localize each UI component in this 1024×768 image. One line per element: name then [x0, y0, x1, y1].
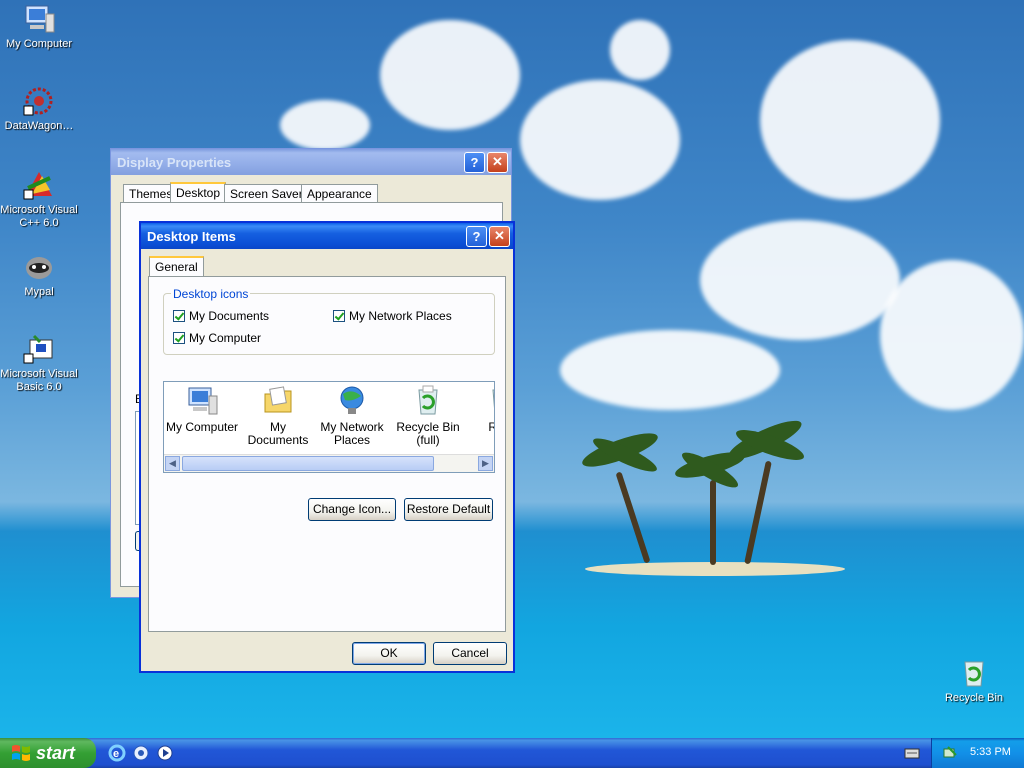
- desktop-icon-label: My Computer: [5, 38, 73, 50]
- visual-basic-icon: [22, 332, 56, 366]
- scroll-right-arrow-icon[interactable]: ▶: [478, 456, 493, 471]
- checkbox-box[interactable]: [173, 332, 185, 344]
- palm-leaves: [582, 420, 804, 488]
- recycle-bin-empty-icon: [485, 384, 494, 418]
- desktop-icons-group: [163, 293, 495, 355]
- checkbox-my-documents[interactable]: My Documents: [173, 309, 269, 323]
- my-documents-icon: [261, 384, 295, 418]
- icon-list[interactable]: My Computer My Documents My Network Plac…: [163, 381, 495, 473]
- media-icon[interactable]: [132, 744, 150, 762]
- cloud: [520, 80, 680, 200]
- change-icon-button[interactable]: Change Icon...: [308, 498, 396, 521]
- cloud: [700, 220, 900, 340]
- checkbox-box[interactable]: [173, 310, 185, 322]
- tab-desktop[interactable]: Desktop: [170, 182, 227, 203]
- desktop-icon-label: DataWagon…: [4, 120, 74, 132]
- restore-default-button[interactable]: Restore Default: [404, 498, 493, 521]
- list-item[interactable]: Re…: [464, 384, 494, 434]
- visual-cpp-icon: [22, 168, 56, 202]
- checkbox-box[interactable]: [333, 310, 345, 322]
- ok-button[interactable]: OK: [352, 642, 426, 665]
- general-panel: Desktop icons My Documents My Network Pl…: [148, 276, 506, 632]
- my-computer-icon: [185, 384, 219, 418]
- cloud: [610, 20, 670, 80]
- ie-icon[interactable]: e: [108, 744, 126, 762]
- list-item[interactable]: My Documents: [240, 384, 316, 447]
- windows-media-player-icon[interactable]: [156, 744, 174, 762]
- desktop-items-window: Desktop Items ? ✕ General Desktop icons …: [139, 221, 515, 673]
- windows-logo-icon: [12, 745, 30, 761]
- cloud: [280, 100, 370, 150]
- help-button[interactable]: ?: [464, 151, 485, 173]
- desktop-icon-mypal[interactable]: Mypal: [0, 250, 79, 299]
- svg-text:e: e: [113, 748, 119, 760]
- desktop-icon-recycle-bin[interactable]: Recycle Bin: [934, 656, 1014, 705]
- cloud: [760, 40, 940, 200]
- horizontal-scrollbar[interactable]: ◀ ▶: [164, 454, 494, 472]
- start-label: start: [36, 742, 76, 763]
- window-title: Desktop Items: [147, 228, 236, 244]
- checkbox-my-computer[interactable]: My Computer: [173, 331, 261, 345]
- mypal-icon: [22, 250, 56, 284]
- cloud: [380, 20, 520, 130]
- keyboard-icon[interactable]: [904, 746, 920, 760]
- display-properties-titlebar[interactable]: Display Properties ? ✕: [111, 149, 511, 175]
- recycle-bin-full-icon: [411, 384, 445, 418]
- list-item[interactable]: My Computer: [164, 384, 240, 434]
- datawagon-icon: [22, 84, 56, 118]
- tray-network-icon[interactable]: [942, 745, 958, 761]
- scroll-left-arrow-icon[interactable]: ◀: [165, 456, 180, 471]
- clock[interactable]: 5:33 PM: [970, 746, 1011, 758]
- tab-screen-saver[interactable]: Screen Saver: [224, 184, 309, 203]
- cloud: [880, 260, 1024, 410]
- taskbar: start e 5:33 PM: [0, 738, 1024, 768]
- group-label: Desktop icons: [171, 287, 251, 301]
- desktop-icon-label: Recycle Bin: [944, 692, 1004, 704]
- list-item[interactable]: Recycle Bin (full): [390, 384, 466, 447]
- cloud: [560, 330, 780, 410]
- tab-appearance[interactable]: Appearance: [301, 184, 378, 203]
- desktop-icon-visual-cpp[interactable]: Microsoft Visual C++ 6.0: [0, 168, 79, 230]
- window-title: Display Properties: [117, 154, 232, 170]
- desktop-icon-label: Microsoft Visual C++ 6.0: [0, 204, 78, 229]
- checkbox-my-network-places[interactable]: My Network Places: [333, 309, 452, 323]
- network-places-icon: [335, 384, 369, 418]
- system-tray: 5:33 PM: [931, 738, 1024, 768]
- list-item[interactable]: My Network Places: [314, 384, 390, 447]
- recycle-bin-icon: [957, 656, 991, 690]
- my-computer-icon: [22, 2, 56, 36]
- start-button[interactable]: start: [0, 738, 96, 768]
- cancel-button[interactable]: Cancel: [433, 642, 507, 665]
- desktop-icon-datawagon[interactable]: DataWagon…: [0, 84, 79, 133]
- desktop-background: My Computer DataWagon… Microsoft Visual …: [0, 0, 1024, 738]
- help-button[interactable]: ?: [466, 225, 487, 247]
- quick-launch: e: [108, 744, 174, 762]
- desktop-items-titlebar[interactable]: Desktop Items ? ✕: [141, 223, 513, 249]
- desktop-icon-label: Mypal: [24, 286, 54, 298]
- desktop-icon-label: Microsoft Visual Basic 6.0: [0, 368, 78, 393]
- tab-general[interactable]: General: [149, 256, 204, 277]
- close-button[interactable]: ✕: [489, 225, 510, 247]
- close-button[interactable]: ✕: [487, 151, 508, 173]
- scroll-thumb[interactable]: [182, 456, 434, 471]
- desktop-icon-my-computer[interactable]: My Computer: [0, 2, 79, 51]
- desktop-icon-visual-basic[interactable]: Microsoft Visual Basic 6.0: [0, 332, 79, 394]
